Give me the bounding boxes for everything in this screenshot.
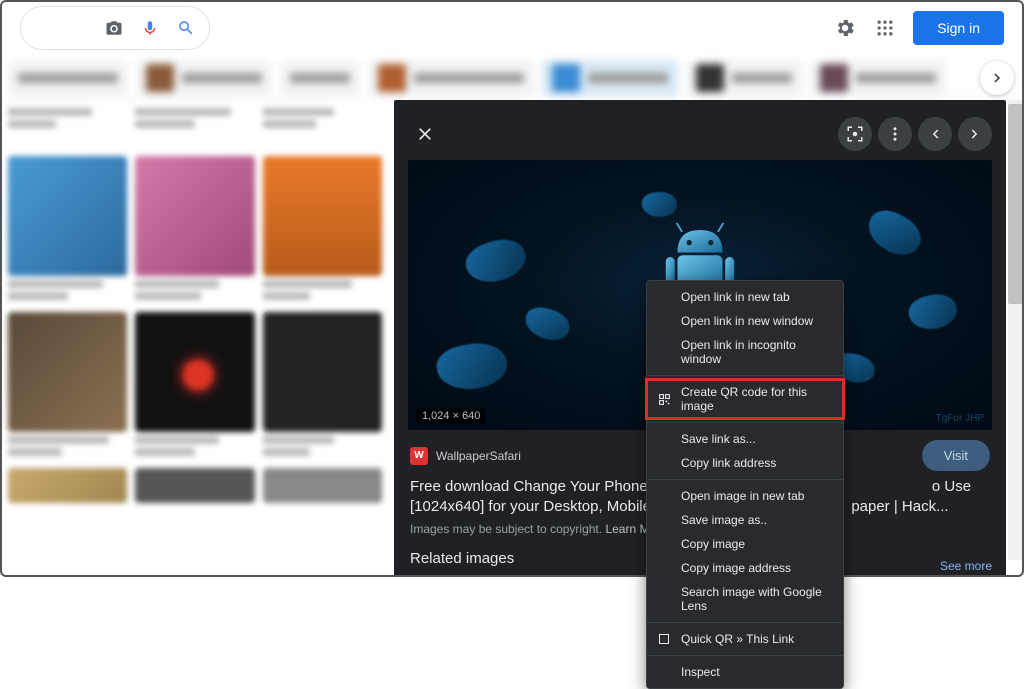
ctx-create-qr[interactable]: Create QR code for this image — [647, 380, 843, 418]
ctx-copy-link[interactable]: Copy link address — [647, 451, 843, 475]
next-icon[interactable] — [958, 117, 992, 151]
watermark: TgFor JHP — [936, 413, 984, 424]
ctx-save-link[interactable]: Save link as... — [647, 427, 843, 451]
ctx-separator — [647, 655, 843, 656]
context-menu: Open link in new tab Open link in new wi… — [646, 280, 844, 689]
gear-icon[interactable] — [833, 16, 857, 40]
header-right: Sign in — [833, 11, 1004, 45]
prev-icon[interactable] — [918, 117, 952, 151]
ctx-open-new-window[interactable]: Open link in new window — [647, 309, 843, 333]
scrollbar[interactable] — [1008, 100, 1022, 560]
lens-icon[interactable] — [838, 117, 872, 151]
search-icon[interactable] — [177, 19, 195, 37]
apps-icon[interactable] — [873, 16, 897, 40]
qr-icon — [657, 392, 671, 406]
image-dimensions: 1,024 × 640 — [416, 408, 486, 424]
ctx-open-incognito[interactable]: Open link in incognito window — [647, 333, 843, 371]
visit-button[interactable]: Visit — [922, 440, 990, 471]
more-icon[interactable] — [878, 117, 912, 151]
suggestions-scroll-right[interactable] — [980, 61, 1014, 95]
ctx-save-image[interactable]: Save image as.. — [647, 508, 843, 532]
scrollbar-thumb[interactable] — [1008, 104, 1022, 304]
see-more-link[interactable]: See more — [940, 559, 992, 573]
close-icon[interactable] — [408, 117, 442, 151]
source-name[interactable]: WallpaperSafari — [436, 449, 521, 463]
ctx-separator — [647, 375, 843, 376]
ctx-separator — [647, 422, 843, 423]
source-favicon: W — [410, 447, 428, 465]
ctx-open-image[interactable]: Open image in new tab — [647, 484, 843, 508]
quickqr-icon — [657, 632, 671, 646]
ctx-copy-image-address[interactable]: Copy image address — [647, 556, 843, 580]
header: Sign in — [0, 0, 1024, 56]
signin-button[interactable]: Sign in — [913, 11, 1004, 45]
search-box[interactable] — [20, 6, 210, 50]
camera-icon[interactable] — [105, 19, 123, 37]
mic-icon[interactable] — [141, 19, 159, 37]
ctx-separator — [647, 479, 843, 480]
ctx-quick-qr[interactable]: Quick QR » This Link — [647, 627, 843, 651]
image-results-grid — [0, 100, 390, 577]
ctx-search-lens[interactable]: Search image with Google Lens — [647, 580, 843, 618]
suggestions-bar — [0, 56, 1024, 100]
ctx-copy-image[interactable]: Copy image — [647, 532, 843, 556]
ctx-open-new-tab[interactable]: Open link in new tab — [647, 285, 843, 309]
ctx-separator — [647, 622, 843, 623]
ctx-inspect[interactable]: Inspect — [647, 660, 843, 684]
